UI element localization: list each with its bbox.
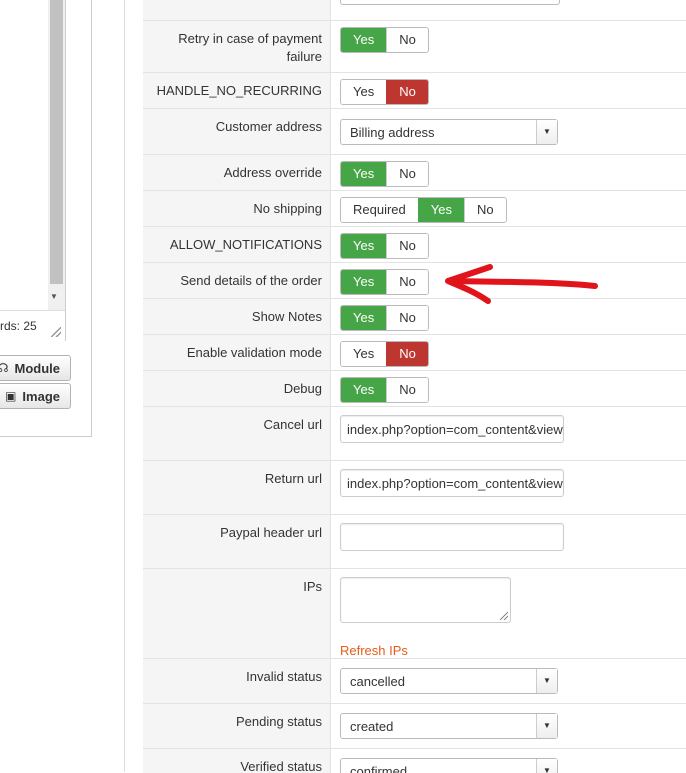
resize-grip-icon[interactable] [51, 327, 61, 337]
cancel-url-label: Cancel url [263, 417, 322, 432]
module-button[interactable]: ☊ Module [0, 355, 71, 381]
verified-status-select[interactable]: confirmed ▼ [340, 758, 558, 773]
ips-label: IPs [303, 579, 322, 594]
show-notes-label: Show Notes [251, 309, 322, 324]
retry-toggle: Yes No [340, 27, 429, 53]
left-panel: ▼ rds: 25 ☊ Module ▣ Image [0, 0, 92, 437]
image-button-label: Image [22, 388, 60, 404]
refresh-ips-link[interactable]: Refresh IPs [340, 643, 408, 658]
validation-mode-no-button[interactable]: No [386, 342, 428, 366]
paypal-header-url-input[interactable] [340, 523, 564, 551]
form-row-invalid-status: Invalid status cancelled ▼ [143, 658, 686, 704]
verified-status-label: Verified status [240, 759, 322, 773]
editor-box: ▼ rds: 25 [0, 0, 66, 341]
allow-notifications-yes-button[interactable]: Yes [341, 234, 387, 258]
invalid-status-value: cancelled [350, 674, 405, 689]
allow-notifications-label: ALLOW_NOTIFICATIONS [169, 237, 322, 252]
form-row-ips: IPs Refresh IPs [143, 568, 686, 659]
form-row-validation-mode: Enable validation mode Yes No [143, 334, 686, 371]
no-shipping-toggle: Required Yes No [340, 197, 507, 223]
chevron-down-icon: ▼ [536, 120, 557, 144]
form-row-partial [143, 0, 686, 20]
form-row-retry: Retry in case of payment failure Yes No [143, 20, 686, 73]
debug-yes-button[interactable]: Yes [341, 378, 387, 402]
debug-label: Debug [283, 381, 322, 396]
form-row-no-shipping: No shipping Required Yes No [143, 190, 686, 227]
cancel-url-input[interactable]: index.php?option=com_content&view=articl… [340, 415, 564, 443]
address-override-toggle: Yes No [340, 161, 429, 187]
chevron-down-icon: ▼ [536, 669, 557, 693]
ips-textarea[interactable] [340, 577, 511, 623]
show-notes-toggle: Yes No [340, 305, 429, 331]
form-row-verified-status: Verified status confirmed ▼ [143, 748, 686, 773]
column-divider [124, 0, 125, 772]
form-row-return-url: Return url index.php?option=com_content&… [143, 460, 686, 515]
textarea-resize-icon[interactable] [500, 612, 508, 620]
settings-form: Retry in case of payment failure Yes No … [143, 0, 686, 773]
image-icon: ▣ [5, 389, 17, 403]
handle-no-recurring-yes-button[interactable]: Yes [341, 80, 387, 104]
image-button[interactable]: ▣ Image [0, 383, 71, 409]
send-details-label: Send details of the order [180, 273, 322, 288]
send-details-toggle: Yes No [340, 269, 429, 295]
form-row-address-override: Address override Yes No [143, 154, 686, 191]
scroll-down-icon[interactable]: ▼ [50, 292, 58, 301]
paypal-header-url-label: Paypal header url [220, 525, 322, 540]
no-shipping-yes-button[interactable]: Yes [417, 198, 464, 222]
module-button-label: Module [14, 360, 61, 376]
debug-toggle: Yes No [340, 377, 429, 403]
form-row-cancel-url: Cancel url index.php?option=com_content&… [143, 406, 686, 461]
form-row-allow-notifications: ALLOW_NOTIFICATIONS Yes No [143, 226, 686, 263]
no-shipping-required-button[interactable]: Required [341, 198, 418, 222]
editor-statusbar: rds: 25 [0, 310, 65, 341]
validation-mode-label: Enable validation mode [186, 345, 322, 360]
editor-scrollbar[interactable]: ▼ [48, 0, 65, 310]
debug-no-button[interactable]: No [386, 378, 428, 402]
pending-status-value: created [350, 719, 394, 734]
address-override-label: Address override [223, 165, 322, 180]
customer-address-label: Customer address [215, 119, 322, 134]
no-shipping-no-button[interactable]: No [463, 198, 506, 222]
module-icon: ☊ [0, 361, 9, 375]
allow-notifications-toggle: Yes No [340, 233, 429, 259]
validation-mode-toggle: Yes No [340, 341, 429, 367]
retry-label: Retry in case of payment failure [178, 31, 322, 64]
send-details-yes-button[interactable]: Yes [341, 270, 387, 294]
no-shipping-label: No shipping [253, 201, 322, 216]
show-notes-yes-button[interactable]: Yes [341, 306, 387, 330]
address-override-yes-button[interactable]: Yes [341, 162, 387, 186]
retry-yes-button[interactable]: Yes [341, 28, 387, 52]
retry-no-button[interactable]: No [386, 28, 428, 52]
form-row-pending-status: Pending status created ▼ [143, 703, 686, 749]
show-notes-no-button[interactable]: No [386, 306, 428, 330]
send-details-no-button[interactable]: No [386, 270, 428, 294]
handle-no-recurring-toggle: Yes No [340, 79, 429, 105]
form-row-handle-no-recurring: HANDLE_NO_RECURRING Yes No [143, 72, 686, 109]
validation-mode-yes-button[interactable]: Yes [341, 342, 387, 366]
customer-address-value: Billing address [350, 125, 435, 140]
address-override-no-button[interactable]: No [386, 162, 428, 186]
handle-no-recurring-no-button[interactable]: No [386, 80, 428, 104]
form-row-customer-address: Customer address Billing address ▼ [143, 108, 686, 155]
pending-status-select[interactable]: created ▼ [340, 713, 558, 739]
word-count: rds: 25 [0, 319, 37, 333]
invalid-status-select[interactable]: cancelled ▼ [340, 668, 558, 694]
chevron-down-icon: ▼ [536, 759, 557, 773]
allow-notifications-no-button[interactable]: No [386, 234, 428, 258]
pending-status-label: Pending status [235, 714, 322, 729]
scrollbar-thumb[interactable] [50, 0, 63, 284]
partial-select[interactable] [340, 0, 560, 5]
form-row-paypal-header-url: Paypal header url [143, 514, 686, 569]
handle-no-recurring-label: HANDLE_NO_RECURRING [156, 83, 322, 98]
return-url-input[interactable]: index.php?option=com_content&view=articl… [340, 469, 564, 497]
return-url-label: Return url [264, 471, 322, 486]
form-row-debug: Debug Yes No [143, 370, 686, 407]
invalid-status-label: Invalid status [246, 669, 322, 684]
annotation-arrow-icon [445, 264, 598, 304]
customer-address-select[interactable]: Billing address ▼ [340, 119, 558, 145]
chevron-down-icon: ▼ [536, 714, 557, 738]
